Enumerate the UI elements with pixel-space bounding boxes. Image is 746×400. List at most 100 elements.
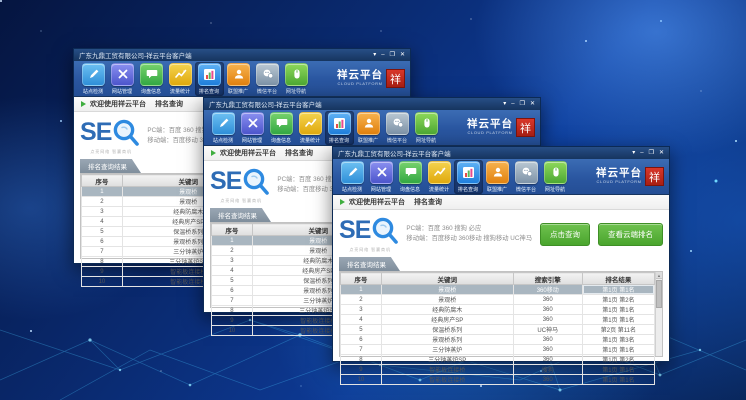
table-row[interactable]: 2景观桥360第1页 第2名 [341, 295, 655, 305]
skin-icon[interactable]: ▾ [373, 51, 376, 59]
table-cell[interactable]: 8 [341, 355, 382, 365]
table-cell[interactable]: 3 [341, 305, 382, 315]
toolbar-item-inquiry[interactable]: 询盘信息 [396, 160, 425, 194]
maximize-icon[interactable]: ❐ [390, 51, 395, 59]
toolbar-item-site-manage[interactable]: 网站管理 [367, 160, 396, 194]
table-cell[interactable]: 2 [341, 295, 382, 305]
table-cell[interactable]: 景观桥 [381, 295, 513, 305]
close-icon[interactable]: ✕ [530, 100, 535, 108]
table-row[interactable]: 5保温桥系列UC神马第2页 第11名 [341, 325, 655, 335]
table-cell[interactable]: 360 [513, 345, 582, 355]
table-cell[interactable]: 10 [341, 375, 382, 385]
toolbar-item-alliance-promo[interactable]: 联盟推广 [224, 62, 253, 96]
table-cell[interactable]: 第1页 第1名 [582, 375, 654, 385]
table-cell[interactable]: 9 [82, 267, 123, 277]
table-row[interactable]: 10智能板连接桥360第1页 第1名 [341, 375, 655, 385]
table-cell[interactable]: 1 [341, 285, 382, 295]
table-cell[interactable]: 7 [82, 247, 123, 257]
table-cell[interactable]: 360 [513, 315, 582, 325]
table-cell[interactable]: 三分钟蒸炉SP [381, 355, 513, 365]
table-cell[interactable]: 第1页 第1名 [582, 285, 654, 295]
table-cell[interactable]: 3 [82, 207, 123, 217]
table-row[interactable]: 4经典房产SP360第1页 第1名 [341, 315, 655, 325]
toolbar-item-inquiry[interactable]: 询盘信息 [137, 62, 166, 96]
table-cell[interactable]: 9 [212, 316, 253, 326]
table-cell[interactable]: 1 [212, 236, 253, 246]
result-tab[interactable]: 排名查询结果 [80, 159, 141, 173]
toolbar-item-traffic-stats[interactable]: 流量统计 [166, 62, 195, 96]
table-cell[interactable]: 经典房产SP [381, 315, 513, 325]
maximize-icon[interactable]: ❐ [649, 149, 654, 157]
toolbar-item-site-manage[interactable]: 网站管理 [108, 62, 137, 96]
minimize-icon[interactable]: – [511, 100, 514, 108]
table-cell[interactable]: 第1页 第1名 [582, 345, 654, 355]
table-cell[interactable]: 第2页 第11名 [582, 325, 654, 335]
title-bar[interactable]: 广东九鼎工贸有限公司-祥云平台客户端 ▾ – ❐ ✕ [204, 98, 540, 110]
table-row[interactable]: 6景观桥系列360第1页 第3名 [341, 335, 655, 345]
toolbar-item-site-nav[interactable]: 网址导航 [282, 62, 311, 96]
table-cell[interactable]: 360 [513, 355, 582, 365]
table-cell[interactable]: 7 [212, 296, 253, 306]
toolbar-item-wechat[interactable]: 微信平台 [383, 111, 412, 145]
table-cell[interactable]: 9 [341, 365, 382, 375]
table-cell[interactable]: 10 [82, 277, 123, 287]
table-cell[interactable]: 5 [341, 325, 382, 335]
table-cell[interactable]: 360 [513, 305, 582, 315]
toolbar-item-rank-query[interactable]: 排名查询 [195, 62, 224, 96]
table-row[interactable]: 8三分钟蒸炉SP360第1页 第2名 [341, 355, 655, 365]
result-tab[interactable]: 排名查询结果 [339, 257, 400, 271]
table-scrollbar[interactable]: ▲ [655, 272, 662, 356]
toolbar-item-site-nav[interactable]: 网址导航 [412, 111, 441, 145]
table-cell[interactable]: 2 [82, 197, 123, 207]
toolbar-item-rank-query[interactable]: 排名查询 [454, 160, 483, 194]
table-cell[interactable]: 景观桥系列 [381, 335, 513, 345]
table-cell[interactable]: 第1页 第1名 [582, 305, 654, 315]
maximize-icon[interactable]: ❐ [520, 100, 525, 108]
table-cell[interactable]: 智能板连接桥 [381, 375, 513, 385]
table-cell[interactable]: 10 [212, 326, 253, 336]
close-icon[interactable]: ✕ [659, 149, 664, 157]
table-cell[interactable]: 7 [341, 345, 382, 355]
table-row[interactable]: 9智能板连接桥搜狗第1页 第1名 [341, 365, 655, 375]
table-cell[interactable]: 第1页 第3名 [582, 335, 654, 345]
skin-icon[interactable]: ▾ [632, 149, 635, 157]
result-tab[interactable]: 排名查询结果 [210, 208, 271, 222]
table-cell[interactable]: 第1页 第2名 [582, 295, 654, 305]
table-cell[interactable]: 5 [82, 227, 123, 237]
table-row[interactable]: 1景观桥360移动第1页 第1名 [341, 285, 655, 295]
toolbar-item-traffic-stats[interactable]: 流量统计 [296, 111, 325, 145]
table-cell[interactable]: 8 [82, 257, 123, 267]
table-cell[interactable]: 6 [82, 237, 123, 247]
skin-icon[interactable]: ▾ [503, 100, 506, 108]
table-cell[interactable]: 第1页 第1名 [582, 315, 654, 325]
table-cell[interactable]: 搜狗 [513, 365, 582, 375]
table-cell[interactable]: 2 [212, 246, 253, 256]
cloud-rank-button[interactable]: 查看云端排名 [598, 223, 663, 246]
scroll-up-icon[interactable]: ▲ [656, 272, 662, 279]
table-cell[interactable]: 保温桥系列 [381, 325, 513, 335]
toolbar-item-site-check[interactable]: 站点检测 [338, 160, 367, 194]
toolbar-item-site-manage[interactable]: 网站管理 [238, 111, 267, 145]
toolbar-item-inquiry[interactable]: 询盘信息 [267, 111, 296, 145]
table-cell[interactable]: 第1页 第1名 [582, 365, 654, 375]
toolbar-item-rank-query[interactable]: 排名查询 [325, 111, 354, 145]
table-cell[interactable]: 4 [212, 266, 253, 276]
scrollbar-thumb[interactable] [656, 280, 662, 308]
table-cell[interactable]: 第1页 第2名 [582, 355, 654, 365]
table-row[interactable]: 3经典防腐木360第1页 第1名 [341, 305, 655, 315]
table-cell[interactable]: 6 [212, 286, 253, 296]
toolbar-item-site-check[interactable]: 站点检测 [79, 62, 108, 96]
table-cell[interactable]: 360移动 [513, 285, 582, 295]
table-cell[interactable]: 8 [212, 306, 253, 316]
table-cell[interactable]: 景观桥 [381, 285, 513, 295]
table-cell[interactable]: 经典防腐木 [381, 305, 513, 315]
table-cell[interactable]: 1 [82, 187, 123, 197]
table-cell[interactable]: UC神马 [513, 325, 582, 335]
toolbar-item-wechat[interactable]: 微信平台 [512, 160, 541, 194]
minimize-icon[interactable]: – [640, 149, 643, 157]
title-bar[interactable]: 广东九鼎工贸有限公司-祥云平台客户端 ▾ – ❐ ✕ [74, 49, 410, 61]
toolbar-item-traffic-stats[interactable]: 流量统计 [425, 160, 454, 194]
table-cell[interactable]: 4 [341, 315, 382, 325]
table-cell[interactable]: 360 [513, 335, 582, 345]
toolbar-item-alliance-promo[interactable]: 联盟推广 [483, 160, 512, 194]
